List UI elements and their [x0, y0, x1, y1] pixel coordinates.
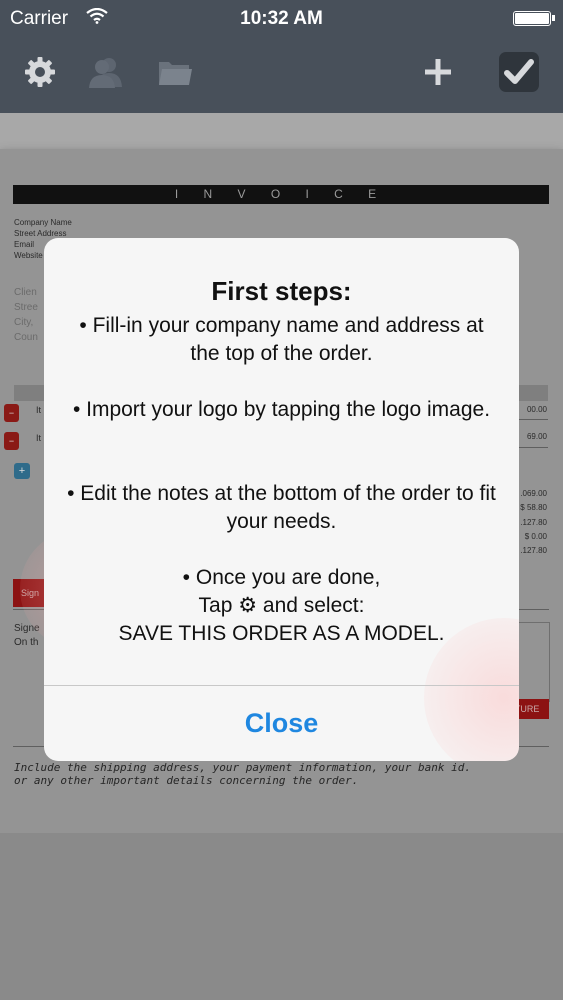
close-button[interactable]: Close — [44, 686, 519, 761]
folder-icon[interactable] — [156, 52, 194, 92]
step-save-line-1: • Once you are done, — [182, 566, 381, 589]
battery-icon — [513, 11, 555, 26]
subtotal-value: .069.00 — [520, 489, 547, 498]
company-email[interactable]: Email — [14, 239, 34, 250]
delete-item-button[interactable]: − — [4, 432, 19, 450]
dialog-title: First steps: — [211, 276, 352, 306]
step-company-info: • Fill-in your company name and address … — [79, 314, 484, 365]
invoice-title: I N V O I C E — [13, 185, 549, 204]
client-country: Coun — [14, 332, 38, 343]
step-save-model: • Once you are done, Tap ⚙ and select: S… — [64, 564, 499, 648]
plus-icon[interactable] — [422, 52, 454, 92]
add-item-button[interactable]: + — [14, 463, 30, 479]
toolbar-shadow-strip — [0, 113, 563, 149]
client-address[interactable]: Clien Stree City, Coun — [14, 285, 38, 345]
item-label[interactable]: It — [36, 405, 41, 416]
checkmark-icon[interactable] — [498, 52, 540, 92]
item-label[interactable]: It — [36, 433, 41, 444]
client-name: Clien — [14, 287, 37, 298]
client-street: Stree — [14, 302, 38, 313]
tax-value: $ 58.80 — [520, 503, 547, 512]
status-bar: Carrier 10:32 AM — [0, 0, 563, 38]
step-edit-notes: • Edit the notes at the bottom of the or… — [67, 482, 496, 533]
navigation-bar: Carrier 10:32 AM — [0, 0, 563, 113]
item-amount: 00.00 — [526, 405, 547, 414]
delete-item-button[interactable]: − — [4, 404, 19, 422]
background-area — [0, 833, 563, 1000]
row-divider — [518, 447, 548, 448]
clock: 10:32 AM — [240, 8, 323, 29]
step-save-line-3: SAVE THIS ORDER AS A MODEL. — [118, 622, 445, 645]
notes-line: Include the shipping address, your payme… — [14, 761, 471, 774]
company-name[interactable]: Company Name — [14, 217, 72, 228]
notes-line: or any other important details concernin… — [14, 774, 359, 787]
row-divider — [518, 419, 548, 420]
contacts-icon[interactable] — [86, 52, 126, 92]
total-value: .127.80 — [520, 518, 547, 527]
company-website[interactable]: Website — [14, 250, 43, 261]
client-city: City, — [14, 317, 34, 328]
signed-date-label: On th — [14, 637, 39, 648]
gear-icon[interactable] — [22, 52, 58, 92]
balance-value: .127.80 — [520, 546, 547, 555]
step-import-logo: • Import your logo by tapping the logo i… — [72, 398, 491, 421]
first-steps-dialog: First steps: • Fill-in your company name… — [44, 238, 519, 761]
item-amount: 69.00 — [526, 432, 547, 441]
step-save-line-2: Tap ⚙ and select: — [198, 594, 365, 617]
notes-text[interactable]: Include the shipping address, your payme… — [14, 761, 471, 787]
paid-value: $ 0.00 — [524, 532, 547, 541]
